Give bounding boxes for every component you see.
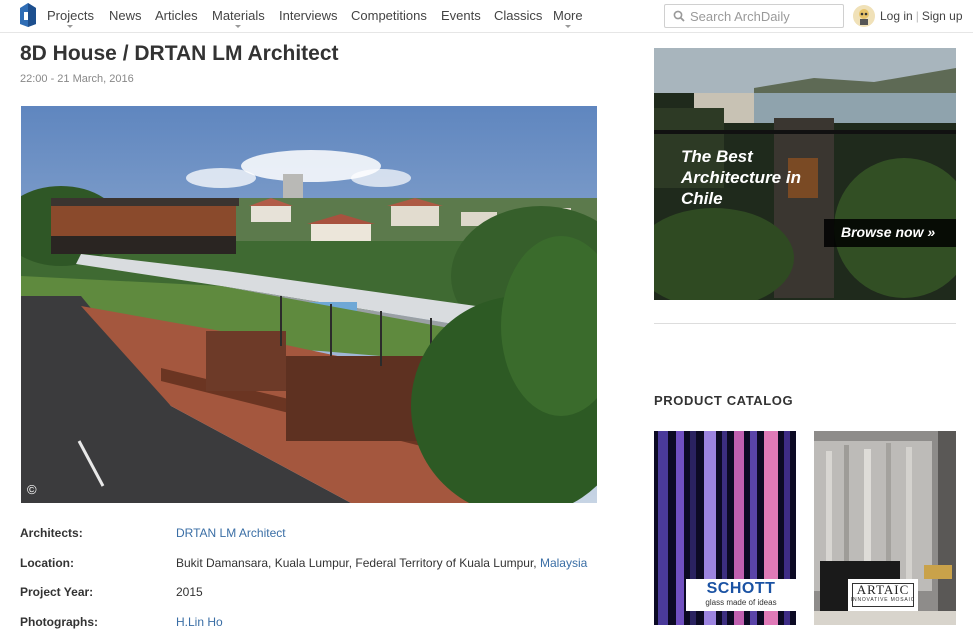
country-link[interactable]: Malaysia <box>540 556 587 570</box>
product-catalog-heading: PRODUCT CATALOG <box>654 393 794 408</box>
user-avatar-icon <box>853 5 875 27</box>
spec-label: Project Year: <box>20 585 94 599</box>
top-navigation: Projects News Articles Materials Intervi… <box>0 0 973 33</box>
signup-link[interactable]: Sign up <box>922 9 963 23</box>
hero-photo-illustration <box>21 106 597 503</box>
year-value: 2015 <box>176 585 203 599</box>
architect-link[interactable]: DRTAN LM Architect <box>176 526 286 540</box>
nav-events[interactable]: Events <box>441 8 481 23</box>
brand-name: SCHOTT <box>706 580 776 597</box>
brand-tagline: glass made of ideas <box>705 598 777 607</box>
login-link[interactable]: Log in <box>880 9 913 23</box>
auth-links: Log in | Sign up <box>880 9 963 23</box>
chevron-down-icon <box>235 25 242 28</box>
ad-headline: The Best Architecture in Chile <box>681 147 801 208</box>
ad-browse-button[interactable]: Browse now » <box>824 219 956 247</box>
spec-row-architects: Architects: DRTAN LM Architect <box>20 526 600 542</box>
nav-projects[interactable]: Projects <box>47 8 94 28</box>
chevron-down-icon <box>564 25 571 28</box>
auth-separator: | <box>915 9 919 23</box>
nav-materials[interactable]: Materials <box>212 8 265 28</box>
spec-label: Photographs: <box>20 615 98 629</box>
spec-row-location: Location: Bukit Damansara, Kuala Lumpur,… <box>20 556 600 572</box>
archdaily-logo-icon[interactable] <box>20 3 36 27</box>
spec-label: Architects: <box>20 526 83 540</box>
ad-banner[interactable]: The Best Architecture in Chile Browse no… <box>654 48 956 300</box>
spec-row-year: Project Year: 2015 <box>20 585 600 601</box>
sidebar-divider <box>654 323 956 324</box>
logo-frame <box>852 583 914 607</box>
nav-competitions[interactable]: Competitions <box>351 8 427 23</box>
location-text: Bukit Damansara, Kuala Lumpur, Federal T… <box>176 556 540 570</box>
search-icon[interactable] <box>673 10 685 22</box>
schott-logo: SCHOTT glass made of ideas <box>686 579 796 611</box>
location-value: Bukit Damansara, Kuala Lumpur, Federal T… <box>176 556 587 570</box>
photographer-link[interactable]: H.Lin Ho <box>176 615 223 629</box>
nav-interviews[interactable]: Interviews <box>279 8 338 23</box>
artaic-logo: ARTAIC INNOVATIVE MOSAIC <box>848 579 918 611</box>
nav-news[interactable]: News <box>109 8 142 23</box>
search-box[interactable] <box>664 4 844 28</box>
spec-row-photographs: Photographs: H.Lin Ho <box>20 615 600 631</box>
page-title: 8D House / DRTAN LM Architect <box>20 42 339 65</box>
nav-classics[interactable]: Classics <box>494 8 542 23</box>
nav-articles[interactable]: Articles <box>155 8 198 23</box>
publish-date: 22:00 - 21 March, 2016 <box>20 73 134 85</box>
avatar[interactable] <box>853 5 875 27</box>
copyright-icon: © <box>27 482 37 497</box>
spec-label: Location: <box>20 556 74 570</box>
search-input[interactable] <box>690 7 840 25</box>
product-card-schott[interactable]: SCHOTT glass made of ideas <box>654 431 796 625</box>
chevron-down-icon <box>67 25 74 28</box>
hero-photo[interactable]: © <box>21 106 597 503</box>
product-card-artaic[interactable]: ARTAIC INNOVATIVE MOSAIC <box>814 431 956 625</box>
nav-more[interactable]: More <box>553 8 583 28</box>
